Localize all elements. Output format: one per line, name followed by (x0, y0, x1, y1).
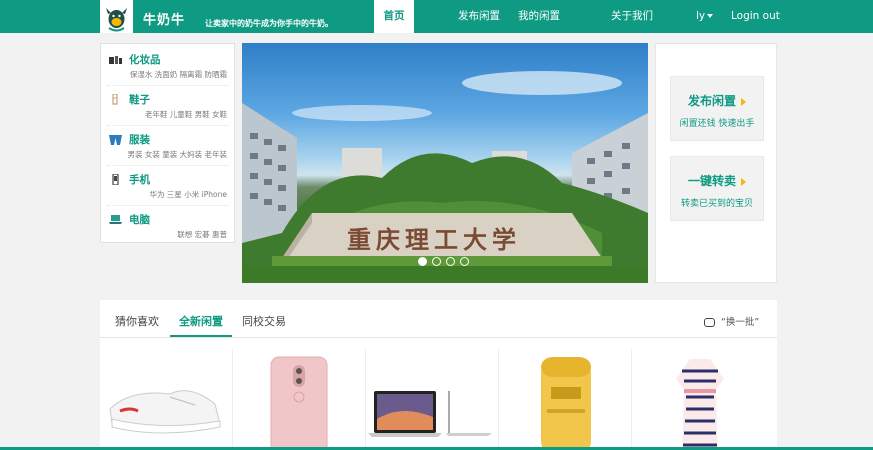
category-title: 手机 (129, 174, 150, 186)
sunscreen-image (541, 357, 591, 450)
nav-my-idle[interactable]: 我的闲置 (518, 0, 560, 33)
lipstick-icon (109, 56, 122, 64)
tab-brand-new-idle[interactable]: 全新闲置 (170, 313, 232, 337)
category-item-shoes[interactable]: 鞋子 老年鞋 儿童鞋 男鞋 女鞋 (107, 88, 229, 126)
category-panel: 化妆品 保湿水 洗面奶 隔离霜 防晒霜 鞋子 老年鞋 儿童鞋 男鞋 女鞋 服装 … (100, 43, 235, 243)
category-subitems: 华为 三星 小米 iPhone (149, 190, 227, 199)
carousel-dot[interactable] (418, 257, 427, 266)
refresh-icon (704, 318, 715, 327)
nav-about-us[interactable]: 关于我们 (611, 0, 653, 33)
refresh-button[interactable]: “换一批” (704, 314, 759, 328)
shoe-icon (112, 94, 118, 105)
quick-action-panel: 发布闲置 闲置还钱 快速出手 一键转卖 转卖已买到的宝贝 (655, 43, 777, 283)
recommendation-section: 猜你喜欢 全新闲置 同校交易 “换一批” (100, 300, 777, 450)
clothing-icon (109, 135, 122, 145)
recommendation-tabs: 猜你喜欢 全新闲置 同校交易 “换一批” (100, 300, 777, 338)
user-name: ly (696, 10, 706, 22)
category-subitems: 保湿水 洗面奶 隔离霜 防晒霜 (129, 70, 227, 79)
striped-dress-image (676, 359, 724, 450)
arrow-right-icon (741, 97, 746, 106)
category-subitems: 老年鞋 儿童鞋 男鞋 女鞋 (144, 110, 227, 119)
category-item-phones[interactable]: 手机 华为 三星 小米 iPhone (107, 168, 229, 206)
category-subitems: 联想 宏碁 惠普 (177, 230, 227, 239)
logout-link[interactable]: Login out (731, 0, 780, 33)
chevron-down-icon (707, 14, 714, 18)
sneaker-image (109, 390, 221, 434)
tab-same-school[interactable]: 同校交易 (242, 313, 286, 335)
category-item-cosmetics[interactable]: 化妆品 保湿水 洗面奶 隔离霜 防晒霜 (107, 48, 229, 86)
carousel-dot[interactable] (460, 257, 469, 266)
carousel-indicators (418, 257, 469, 266)
action-subtitle: 闲置还钱 快速出手 (679, 119, 755, 129)
laptop-image (368, 391, 492, 437)
category-title: 服装 (129, 134, 150, 146)
category-title: 化妆品 (129, 54, 161, 66)
category-item-clothing[interactable]: 服装 男装 女装 童装 大妈装 老年装 (107, 128, 229, 166)
product-card-laptop[interactable] (366, 349, 499, 450)
gate-inscription: 重庆理工大学 (347, 225, 521, 254)
category-title: 电脑 (129, 214, 150, 226)
tab-guess-you-like[interactable]: 猜你喜欢 (115, 313, 159, 335)
action-title: 发布闲置 (671, 92, 763, 109)
product-card-sneaker[interactable] (100, 349, 233, 450)
carousel-dot[interactable] (432, 257, 441, 266)
category-item-computers[interactable]: 电脑 联想 宏碁 惠普 (107, 208, 229, 246)
action-subtitle: 转卖已买到的宝贝 (680, 199, 753, 209)
banner-carousel[interactable]: 重庆理工大学 (242, 43, 648, 283)
campus-gate-image: 重庆理工大学 (242, 71, 648, 283)
user-menu[interactable]: ly (696, 0, 714, 33)
phone-icon (112, 174, 119, 185)
action-title: 一键转卖 (671, 172, 763, 189)
carousel-dot[interactable] (446, 257, 455, 266)
product-card-dress[interactable] (632, 349, 765, 450)
publish-idle-card[interactable]: 发布闲置 闲置还钱 快速出手 (670, 76, 764, 141)
category-title: 鞋子 (129, 94, 150, 106)
brand-name: 牛奶牛 (143, 13, 186, 28)
product-card-phone[interactable] (233, 349, 366, 450)
one-click-resell-card[interactable]: 一键转卖 转卖已买到的宝贝 (670, 156, 764, 221)
nav-publish-idle[interactable]: 发布闲置 (458, 0, 500, 33)
product-card-sunscreen[interactable] (499, 349, 632, 450)
site-logo[interactable] (100, 0, 133, 33)
arrow-right-icon (741, 177, 746, 186)
category-subitems: 男装 女装 童装 大妈装 老年装 (127, 150, 227, 159)
nav-home[interactable]: 首页 (374, 0, 414, 33)
laptop-icon (109, 215, 122, 224)
brand-slogan: 让卖家中的奶牛成为你手中的牛奶。 (205, 19, 333, 28)
pink-phone-image (270, 356, 328, 450)
